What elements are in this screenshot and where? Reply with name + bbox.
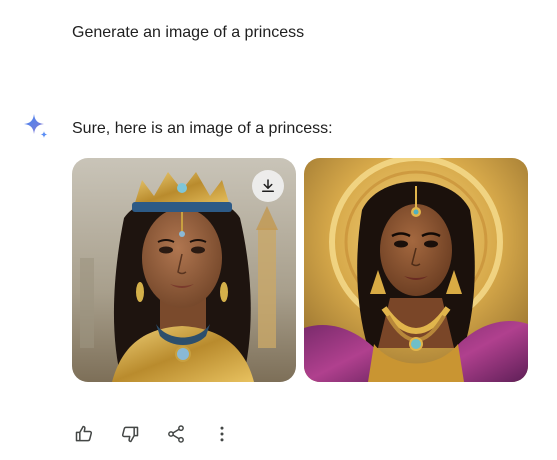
download-icon (262, 179, 274, 192)
thumbs-down-button[interactable] (118, 422, 142, 446)
user-prompt: Generate an image of a princess (72, 24, 305, 41)
share-button[interactable] (164, 422, 188, 446)
princess-image-1[interactable] (72, 158, 296, 382)
download-button[interactable] (252, 170, 284, 202)
more-vertical-icon (220, 426, 224, 442)
princess-portrait-2 (304, 158, 528, 382)
gemini-sparkle-icon (24, 114, 48, 138)
thumbs-up-icon (75, 425, 93, 442)
share-icon (168, 425, 184, 443)
response-actions (72, 422, 256, 446)
thumbs-up-button[interactable] (72, 422, 96, 446)
princess-image-2[interactable] (304, 158, 528, 382)
more-options-button[interactable] (210, 422, 234, 446)
response-text: Sure, here is an image of a princess: (72, 120, 333, 137)
thumbs-down-icon (121, 426, 139, 443)
